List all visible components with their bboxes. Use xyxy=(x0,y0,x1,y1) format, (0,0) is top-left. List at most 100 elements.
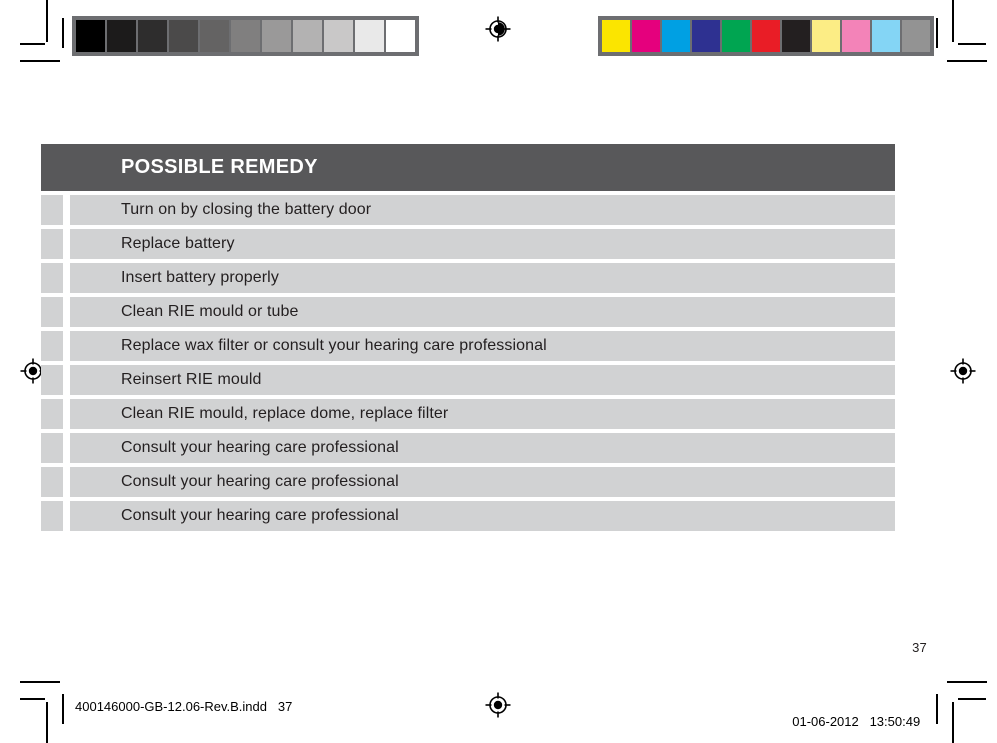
page-number: 37 xyxy=(912,640,927,655)
row-column-gap xyxy=(63,433,70,463)
row-remedy-cell: Clean RIE mould, replace dome, replace f… xyxy=(70,399,895,429)
table-row: Consult your hearing care professional xyxy=(41,501,895,531)
crop-mark-bottom-right-outer-horizontal xyxy=(958,698,986,700)
row-marker-cell xyxy=(41,297,63,327)
row-remedy-cell: Reinsert RIE mould xyxy=(70,365,895,395)
grayscale-swatch-8 xyxy=(324,20,353,52)
row-remedy-text: Consult your hearing care professional xyxy=(121,473,399,490)
crop-mark-bottom-left-inner-vertical xyxy=(62,694,64,724)
crop-mark-top-left-vertical xyxy=(46,0,48,42)
row-remedy-cell: Turn on by closing the battery door xyxy=(70,195,895,225)
table-header-row: POSSIBLE REMEDY xyxy=(41,144,895,191)
table-row: Clean RIE mould or tube xyxy=(41,297,895,327)
crop-mark-top-right-vertical xyxy=(952,0,954,42)
row-marker-cell xyxy=(41,229,63,259)
color-swatch-7 xyxy=(812,20,840,52)
color-swatch-2 xyxy=(662,20,690,52)
crop-mark-bottom-left-outer-horizontal xyxy=(20,698,45,700)
crop-mark-bottom-left-horizontal xyxy=(20,681,60,683)
row-remedy-cell: Consult your hearing care professional xyxy=(70,467,895,497)
crop-mark-top-right-inner-vertical xyxy=(936,18,938,48)
color-swatch-5 xyxy=(752,20,780,52)
table-row: Replace wax filter or consult your heari… xyxy=(41,331,895,361)
color-swatch-10 xyxy=(902,20,930,52)
footer-timestamp: 01-06-2012 13:50:49 xyxy=(785,699,920,729)
grayscale-swatch-4 xyxy=(200,20,229,52)
footer-time: 13:50:49 xyxy=(869,714,921,729)
registration-target-icon-bottom-center xyxy=(485,692,511,718)
table-row: Clean RIE mould, replace dome, replace f… xyxy=(41,399,895,429)
row-column-gap xyxy=(63,399,70,429)
row-marker-cell xyxy=(41,365,63,395)
color-swatch-4 xyxy=(722,20,750,52)
color-swatch-3 xyxy=(692,20,720,52)
table-row: Consult your hearing care professional xyxy=(41,467,895,497)
grayscale-swatch-3 xyxy=(169,20,198,52)
row-remedy-text: Reinsert RIE mould xyxy=(121,371,262,388)
grayscale-swatch-2 xyxy=(138,20,167,52)
grayscale-swatch-0 xyxy=(76,20,105,52)
row-marker-cell xyxy=(41,467,63,497)
table-row: Insert battery properly xyxy=(41,263,895,293)
row-remedy-text: Replace wax filter or consult your heari… xyxy=(121,337,547,354)
row-column-gap xyxy=(63,229,70,259)
row-remedy-text: Consult your hearing care professional xyxy=(121,507,399,524)
crop-mark-bottom-right-vertical xyxy=(952,702,954,743)
row-remedy-cell: Clean RIE mould or tube xyxy=(70,297,895,327)
color-swatch-0 xyxy=(602,20,630,52)
crop-mark-bottom-right-horizontal xyxy=(947,681,987,683)
row-marker-cell xyxy=(41,331,63,361)
row-remedy-text: Turn on by closing the battery door xyxy=(121,201,372,218)
crop-mark-top-right-horizontal xyxy=(947,60,987,62)
row-marker-cell xyxy=(41,263,63,293)
grayscale-swatch-1 xyxy=(107,20,136,52)
row-column-gap xyxy=(63,365,70,395)
color-swatch-8 xyxy=(842,20,870,52)
row-remedy-text: Insert battery properly xyxy=(121,269,279,286)
row-remedy-text: Clean RIE mould, replace dome, replace f… xyxy=(121,405,449,422)
table-row: Replace battery xyxy=(41,229,895,259)
row-marker-cell xyxy=(41,501,63,531)
row-column-gap xyxy=(63,501,70,531)
footer-filename: 400146000-GB-12.06-Rev.B.indd 37 xyxy=(75,699,293,714)
crop-mark-bottom-right-inner-vertical xyxy=(936,694,938,724)
row-remedy-text: Clean RIE mould or tube xyxy=(121,303,299,320)
row-column-gap xyxy=(63,195,70,225)
table-row: Turn on by closing the battery door xyxy=(41,195,895,225)
row-column-gap xyxy=(63,297,70,327)
row-marker-cell xyxy=(41,399,63,429)
registration-target-icon-right xyxy=(950,358,976,384)
registration-target-icon-top-center xyxy=(485,16,511,42)
row-marker-cell xyxy=(41,433,63,463)
row-column-gap xyxy=(63,263,70,293)
grayscale-swatch-9 xyxy=(355,20,384,52)
grayscale-swatch-10 xyxy=(386,20,415,52)
row-marker-cell xyxy=(41,195,63,225)
grayscale-swatch-7 xyxy=(293,20,322,52)
row-remedy-cell: Insert battery properly xyxy=(70,263,895,293)
row-remedy-cell: Replace battery xyxy=(70,229,895,259)
table-header-possible-remedy: POSSIBLE REMEDY xyxy=(121,156,318,178)
color-swatch-1 xyxy=(632,20,660,52)
row-remedy-cell: Replace wax filter or consult your heari… xyxy=(70,331,895,361)
color-calibration-strip xyxy=(598,16,934,56)
table-body: Turn on by closing the battery door Repla… xyxy=(41,191,895,531)
color-swatch-6 xyxy=(782,20,810,52)
table-row: Consult your hearing care professional xyxy=(41,433,895,463)
grayscale-swatch-5 xyxy=(231,20,260,52)
table-row: Reinsert RIE mould xyxy=(41,365,895,395)
row-remedy-cell: Consult your hearing care professional xyxy=(70,501,895,531)
color-swatch-9 xyxy=(872,20,900,52)
row-remedy-cell: Consult your hearing care professional xyxy=(70,433,895,463)
row-remedy-text: Consult your hearing care professional xyxy=(121,439,399,456)
row-remedy-text: Replace battery xyxy=(121,235,235,252)
row-column-gap xyxy=(63,467,70,497)
crop-mark-bottom-left-vertical xyxy=(46,702,48,743)
crop-mark-top-left-horizontal xyxy=(20,60,60,62)
row-column-gap xyxy=(63,331,70,361)
crop-mark-top-left-inner-vertical xyxy=(62,18,64,48)
crop-mark-top-left-outer-horizontal xyxy=(20,43,45,45)
crop-mark-top-right-outer-horizontal xyxy=(958,43,986,45)
possible-remedy-table: POSSIBLE REMEDY Turn on by closing the b… xyxy=(41,144,895,535)
grayscale-swatch-6 xyxy=(262,20,291,52)
